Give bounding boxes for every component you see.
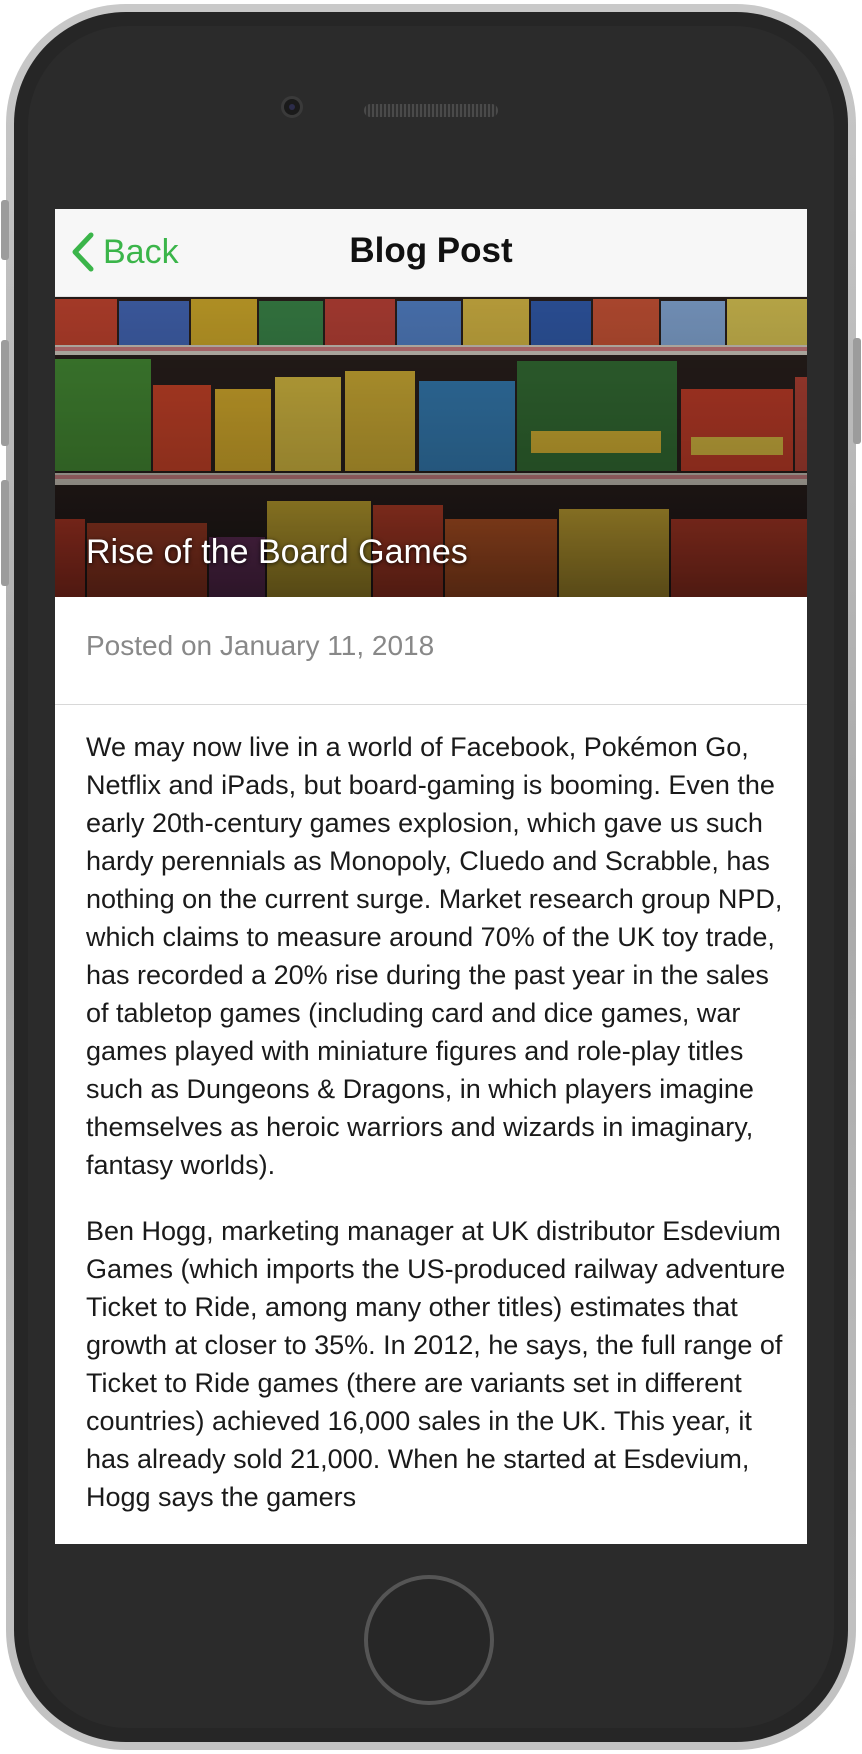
mute-switch [1, 200, 9, 260]
home-button[interactable] [364, 1575, 494, 1705]
post-paragraph: Ben Hogg, marketing manager at UK distri… [86, 1216, 786, 1512]
hero-title: Rise of the Board Games [86, 533, 468, 571]
power-button [853, 338, 861, 444]
front-camera [281, 96, 303, 118]
navigation-bar: Back Blog Post [55, 209, 807, 297]
earpiece-speaker [364, 104, 498, 117]
volume-down-button [1, 480, 9, 586]
page-title: Blog Post [349, 231, 513, 270]
posted-date: Posted on January 11, 2018 [86, 630, 435, 661]
hero-image: Rise of the Board Games [55, 297, 807, 597]
volume-up-button [1, 340, 9, 446]
app-screen: Back Blog Post Rise of the Board Games P… [55, 209, 807, 1544]
post-meta: Posted on January 11, 2018 [55, 597, 807, 705]
post-body: We may now live in a world of Facebook, … [86, 728, 786, 1544]
post-paragraph: We may now live in a world of Facebook, … [86, 732, 783, 1180]
